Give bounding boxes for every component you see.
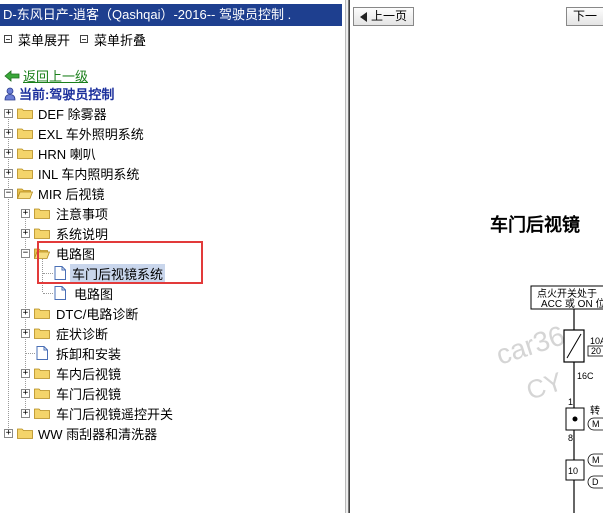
collapse-toggle[interactable]: −	[4, 188, 13, 198]
tree-item-label: 电路图	[74, 286, 114, 302]
folder-icon	[34, 308, 50, 319]
ignition-text-line2: ACC 或 ON 位	[541, 297, 603, 310]
tree-item-hrn[interactable]: + HRN 喇叭	[0, 143, 345, 163]
component-tag-text: M	[592, 455, 600, 465]
expand-icon	[4, 35, 12, 43]
menu-collapse-label: 菜单折叠	[94, 32, 147, 48]
current-location-label: 当前:驾驶员控制	[19, 87, 115, 102]
prev-page-label: 上一页	[371, 9, 408, 23]
document-viewer: 上一页 下一 车门后视镜 car36 CY 点火开关处于 ACC 或 ON 位 …	[349, 0, 603, 513]
pin-label: 10	[568, 466, 578, 476]
next-page-button[interactable]: 下一	[566, 7, 603, 26]
document-icon	[36, 346, 48, 360]
folder-icon	[17, 168, 33, 179]
document-icon	[54, 286, 66, 300]
expand-toggle[interactable]: +	[4, 168, 13, 178]
folder-icon	[34, 328, 50, 339]
fuse-number: 20	[591, 346, 601, 356]
back-arrow-icon	[4, 69, 20, 82]
expand-toggle[interactable]: +	[21, 368, 30, 378]
expand-toggle[interactable]: +	[4, 428, 13, 438]
menu-collapse[interactable]: 菜单折叠	[80, 30, 146, 49]
tree-item-label: 车门后视镜	[56, 386, 122, 402]
tree-item-mir[interactable]: − MIR 后视镜	[0, 183, 345, 203]
tree-item-door-mirror[interactable]: + 车门后视镜	[0, 383, 345, 403]
tree-item-label: MIR 后视镜	[38, 186, 105, 202]
current-location: 当前:驾驶员控制	[4, 85, 114, 102]
side-label: 转	[590, 404, 600, 417]
folder-icon	[34, 408, 50, 419]
tree-item-inl[interactable]: + INL 车内照明系统	[0, 163, 345, 183]
expand-toggle[interactable]: +	[4, 108, 13, 118]
tree-item-label: INL 车内照明系统	[38, 166, 140, 182]
tree-item-mirror-remote-switch[interactable]: + 车门后视镜遥控开关	[0, 403, 345, 423]
person-icon	[4, 87, 16, 100]
arrow-left-icon	[360, 11, 367, 22]
expand-toggle[interactable]: +	[4, 148, 13, 158]
folder-icon	[17, 108, 33, 119]
expand-toggle[interactable]: +	[21, 328, 30, 338]
collapse-toggle[interactable]: −	[21, 248, 30, 258]
pin-label: 1	[568, 397, 573, 407]
tree-item-inner-mirror[interactable]: + 车内后视镜	[0, 363, 345, 383]
menu-bar: 菜单展开 菜单折叠	[4, 30, 156, 48]
tree-item-label: 系统说明	[56, 226, 109, 242]
tree-item-ww[interactable]: + WW 雨刮器和清洗器	[0, 423, 345, 443]
diagram-title: 车门后视镜	[490, 215, 580, 235]
highlight-annotation	[37, 241, 203, 284]
tree-item-label: DEF 除雾器	[38, 106, 107, 122]
expand-toggle[interactable]: +	[21, 228, 30, 238]
tree-item-dtc[interactable]: + DTC/电路诊断	[0, 303, 345, 323]
component-tag-text: D	[592, 477, 599, 487]
folder-icon	[34, 388, 50, 399]
expand-toggle[interactable]: +	[21, 308, 30, 318]
tree-item-label: EXL 车外照明系统	[38, 126, 144, 142]
tree-item-exl[interactable]: + EXL 车外照明系统	[0, 123, 345, 143]
back-link[interactable]: 返回上一级	[23, 66, 88, 85]
tree-item-label: WW 雨刮器和清洗器	[38, 426, 158, 442]
window-title: D-东风日产-逍客（Qashqai）-2016-- 驾驶员控制 .	[0, 4, 342, 26]
expand-toggle[interactable]: +	[21, 388, 30, 398]
tree-item-removal[interactable]: 拆卸和安装	[0, 343, 345, 363]
folder-open-icon	[17, 188, 33, 199]
collapse-icon	[80, 35, 89, 43]
tree-item-label: 车门后视镜遥控开关	[56, 406, 174, 422]
folder-icon	[17, 428, 33, 439]
watermark-text-2: CY	[523, 366, 567, 406]
tree-item-label: 车内后视镜	[56, 366, 122, 382]
tree-item-label: HRN 喇叭	[38, 146, 96, 162]
connector-label: 16C	[577, 371, 594, 381]
tree-item-wiring-diagram-page[interactable]: 电路图	[0, 283, 345, 303]
tree-item-precautions[interactable]: + 注意事项	[0, 203, 345, 223]
navigation-pane: D-东风日产-逍客（Qashqai）-2016-- 驾驶员控制 . 菜单展开 菜…	[0, 0, 345, 513]
junction-dot	[572, 416, 578, 422]
fuse-rating: 10A	[590, 336, 603, 346]
menu-expand[interactable]: 菜单展开	[4, 30, 70, 49]
tree-item-label: DTC/电路诊断	[56, 306, 139, 322]
menu-expand-label: 菜单展开	[18, 32, 71, 48]
wiring-diagram: car36 CY 点火开关处于 ACC 或 ON 位 10A 20 16C 1 …	[492, 285, 603, 513]
tree-item-label: 症状诊断	[56, 326, 109, 342]
folder-icon	[34, 368, 50, 379]
folder-icon	[17, 148, 33, 159]
expand-toggle[interactable]: +	[21, 208, 30, 218]
folder-icon	[34, 228, 50, 239]
watermark-text-1: car36	[492, 320, 568, 371]
tree-item-system-description[interactable]: + 系统说明	[0, 223, 345, 243]
folder-icon	[34, 208, 50, 219]
tree-item-label: 注意事项	[56, 206, 109, 222]
expand-toggle[interactable]: +	[4, 128, 13, 138]
folder-icon	[17, 128, 33, 139]
next-page-label: 下一	[573, 9, 598, 23]
expand-toggle[interactable]: +	[21, 408, 30, 418]
tree-item-def[interactable]: + DEF 除雾器	[0, 103, 345, 123]
pin-label: 8	[568, 433, 573, 443]
prev-page-button[interactable]: 上一页	[353, 7, 415, 26]
component-tag-text: M	[592, 419, 600, 429]
tree-item-symptom[interactable]: + 症状诊断	[0, 323, 345, 343]
back-link-row[interactable]: 返回上一级	[4, 67, 88, 84]
tree-item-label: 拆卸和安装	[56, 346, 122, 362]
